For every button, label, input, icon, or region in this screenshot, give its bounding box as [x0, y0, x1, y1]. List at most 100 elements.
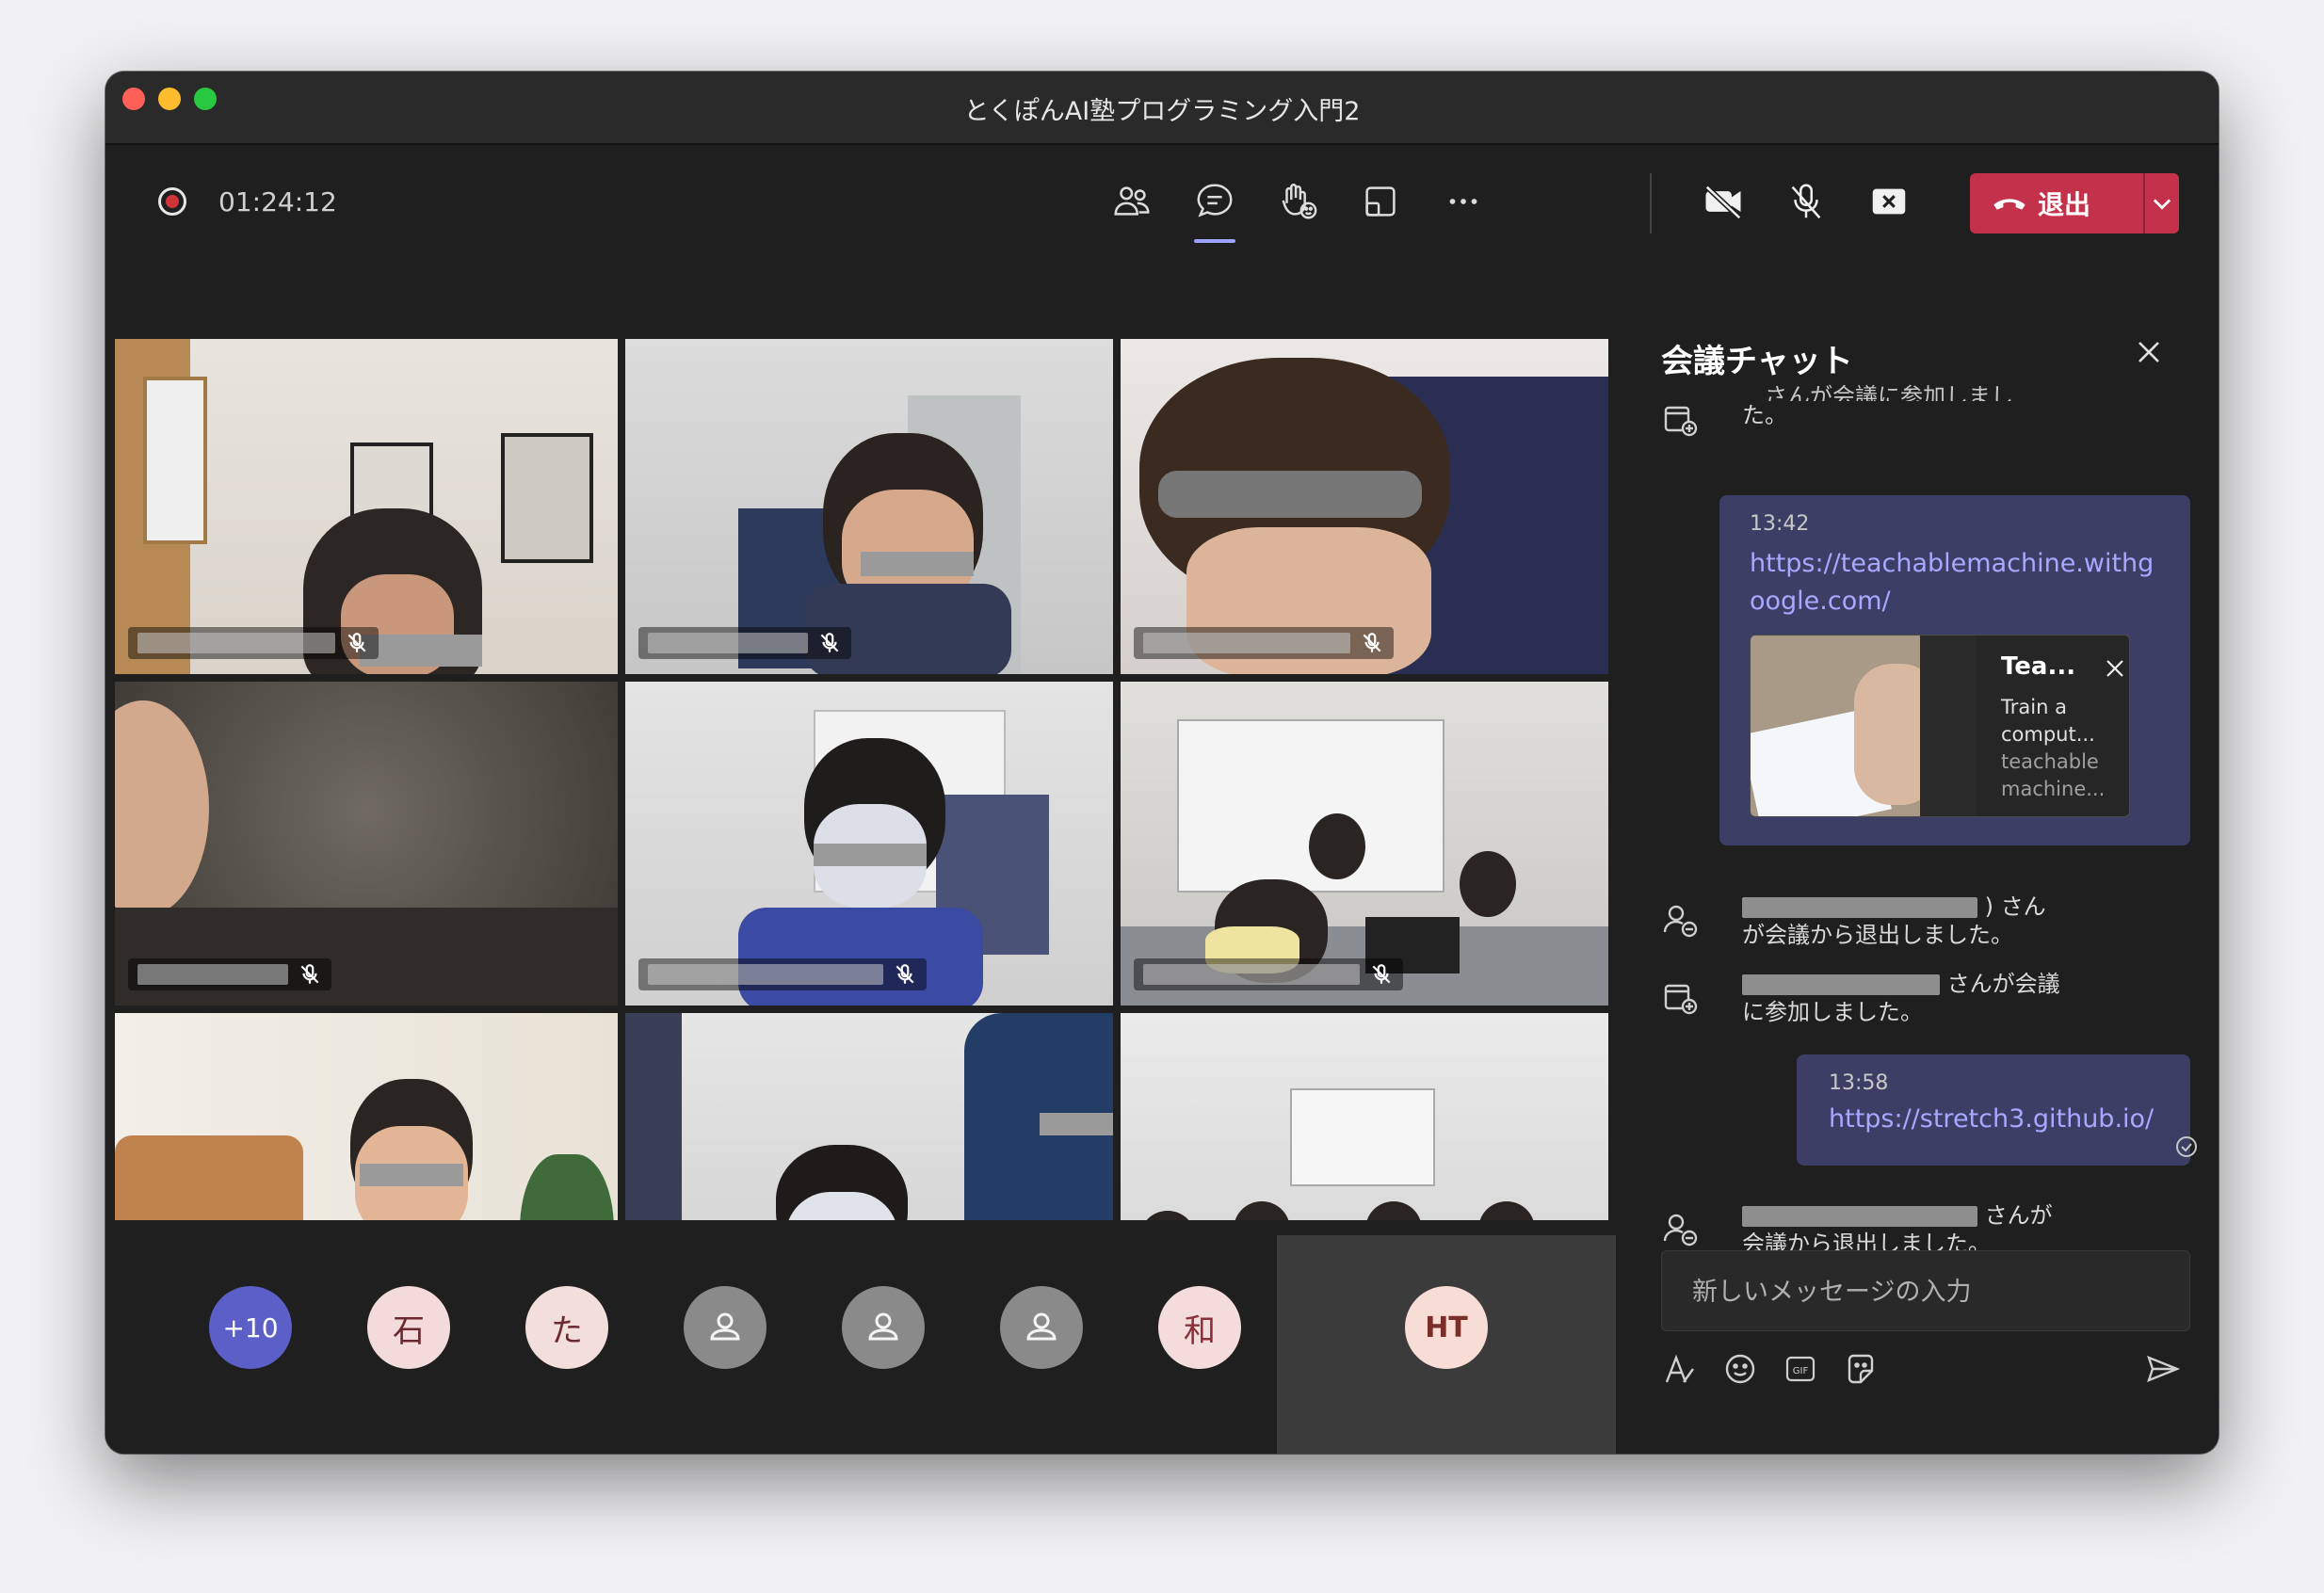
recording-icon [158, 187, 186, 216]
people-icon [1114, 186, 1150, 216]
message-input[interactable] [1690, 1270, 2165, 1313]
mic-off-icon [896, 964, 914, 984]
format-icon[interactable] [1661, 1350, 1699, 1388]
system-message-text: …さんが会議に参加しまし [1742, 383, 2013, 401]
video-stage: +10 石 た 和 HT [105, 264, 1616, 1454]
mic-toggle-button[interactable] [1778, 173, 1834, 230]
mic-off-icon [300, 964, 319, 984]
message-timestamp: 13:58 [1829, 1071, 1889, 1095]
leave-label: 退出 [2038, 189, 2091, 220]
redaction [814, 844, 927, 866]
video-tile[interactable] [1121, 682, 1608, 1006]
self-preview-tile[interactable]: HT [1277, 1235, 1616, 1454]
raise-hand-icon [1282, 184, 1317, 219]
message-link[interactable]: https://teachablemachine.withgoogle.com/ [1750, 545, 2160, 620]
system-message-text: が会議から退出しました。 [1742, 922, 2013, 948]
system-message: ) さん が会議から退出しました。 [1661, 893, 2151, 958]
link-preview-card[interactable]: Tea... Train a comput... teachable machi… [1750, 635, 2130, 817]
overflow-participants-button[interactable]: +10 [209, 1286, 292, 1369]
participant-roster: +10 石 た 和 HT [105, 1220, 1616, 1454]
stop-sharing-button[interactable] [1861, 173, 1917, 230]
chat-icon [1197, 184, 1233, 217]
message-link[interactable]: https://stretch3.github.io/ [1829, 1101, 2158, 1138]
person-icon [710, 1312, 740, 1341]
more-actions-button[interactable] [1435, 173, 1492, 230]
chat-button[interactable] [1186, 173, 1243, 243]
participant-avatar[interactable]: 石 [367, 1286, 450, 1369]
video-tile[interactable] [1121, 339, 1608, 674]
leave-icon [1663, 905, 1698, 938]
video-tile[interactable] [115, 339, 618, 674]
share-tray-icon [1365, 186, 1396, 217]
participant-avatar[interactable] [1000, 1286, 1083, 1369]
mic-off-icon [1372, 964, 1391, 984]
participants-button[interactable] [1104, 173, 1160, 230]
mic-off-icon [820, 633, 839, 652]
chat-message-bubble[interactable]: 13:58 https://stretch3.github.io/ [1797, 1054, 2190, 1166]
link-preview-description: Train a comput... [2001, 696, 2095, 746]
chat-message-bubble[interactable]: 13:42 https://teachablemachine.withgoogl… [1719, 495, 2190, 845]
person-icon [1026, 1312, 1057, 1341]
system-message-text: ) さん [1984, 893, 2046, 920]
svg-text:GIF: GIF [1793, 1366, 1809, 1376]
sticker-icon[interactable] [1842, 1350, 1880, 1388]
system-message-text: さんが会議 [1946, 971, 2060, 997]
chat-active-indicator [1194, 239, 1235, 243]
send-icon[interactable] [2143, 1350, 2181, 1388]
teams-meeting-window: とくぽんAI塾プログラミング入門2 01:24:12 退出 +10 石 た 和 … [105, 72, 2219, 1454]
share-stop-icon [1872, 188, 1906, 215]
system-message-text: さんが [1984, 1202, 2053, 1229]
leave-main[interactable]: 退出 [1970, 173, 2143, 233]
more-icon [1449, 199, 1477, 204]
system-message: …さんが会議に参加しまし た。 [1661, 383, 2151, 458]
participant-avatar[interactable] [842, 1286, 925, 1369]
read-receipt-icon [2176, 1136, 2197, 1157]
participant-avatar[interactable] [684, 1286, 767, 1369]
link-preview-title: Tea... [2001, 652, 2076, 681]
self-avatar: HT [1405, 1286, 1488, 1369]
meeting-chat-panel: 会議チャット …さんが会議に参加しまし た。 13:42 https://tea… [1616, 264, 2219, 1454]
video-tile[interactable] [625, 682, 1113, 1006]
close-icon[interactable] [2132, 335, 2166, 369]
system-message: さんが会議 に参加しました。 [1661, 970, 2151, 1036]
participant-nameplate [1134, 958, 1403, 990]
video-tile[interactable] [625, 339, 1113, 674]
camera-toggle-button[interactable] [1695, 173, 1751, 230]
chat-title: 会議チャット [1661, 343, 1853, 380]
raise-hand-button[interactable] [1269, 173, 1326, 230]
participant-nameplate [128, 958, 331, 990]
gif-icon[interactable]: GIF [1782, 1350, 1819, 1388]
system-message-text: た。 [1742, 402, 1787, 428]
redaction [360, 1164, 463, 1186]
participant-nameplate [128, 627, 379, 659]
compose-toolbar: GIF [1661, 1343, 2207, 1399]
mic-off-icon [347, 633, 366, 652]
redaction [1040, 1113, 1113, 1135]
message-timestamp: 13:42 [1750, 512, 1810, 536]
participant-avatar[interactable]: 和 [1158, 1286, 1241, 1369]
message-compose-box[interactable] [1661, 1250, 2190, 1331]
participant-nameplate [1134, 627, 1394, 659]
video-tile[interactable] [115, 682, 618, 1006]
mic-off-icon [1363, 633, 1381, 652]
join-icon [1664, 406, 1698, 437]
emoji-icon[interactable] [1721, 1350, 1759, 1388]
view-layout-button[interactable] [1352, 173, 1409, 230]
leave-meeting-button[interactable]: 退出 [1970, 173, 2179, 233]
meeting-toolbar: 01:24:12 退出 [105, 145, 2219, 264]
chevron-down-icon [2153, 199, 2171, 210]
meeting-timer: 01:24:12 [218, 186, 337, 217]
window-title: とくぽんAI塾プログラミング入門2 [963, 97, 1361, 126]
leave-options-dropdown[interactable] [2145, 190, 2179, 217]
close-icon[interactable] [2103, 656, 2127, 681]
participant-avatar[interactable]: た [525, 1286, 608, 1369]
person-icon [868, 1312, 898, 1341]
redaction [861, 552, 974, 576]
system-message-text: に参加しました。 [1742, 999, 1923, 1025]
toolbar-separator [1650, 173, 1652, 233]
mic-off-icon [1791, 184, 1821, 219]
leave-icon [1663, 1214, 1698, 1247]
link-preview-site: teachable machine... [2001, 750, 2106, 800]
participant-nameplate [638, 958, 927, 990]
join-icon [1664, 984, 1698, 1015]
